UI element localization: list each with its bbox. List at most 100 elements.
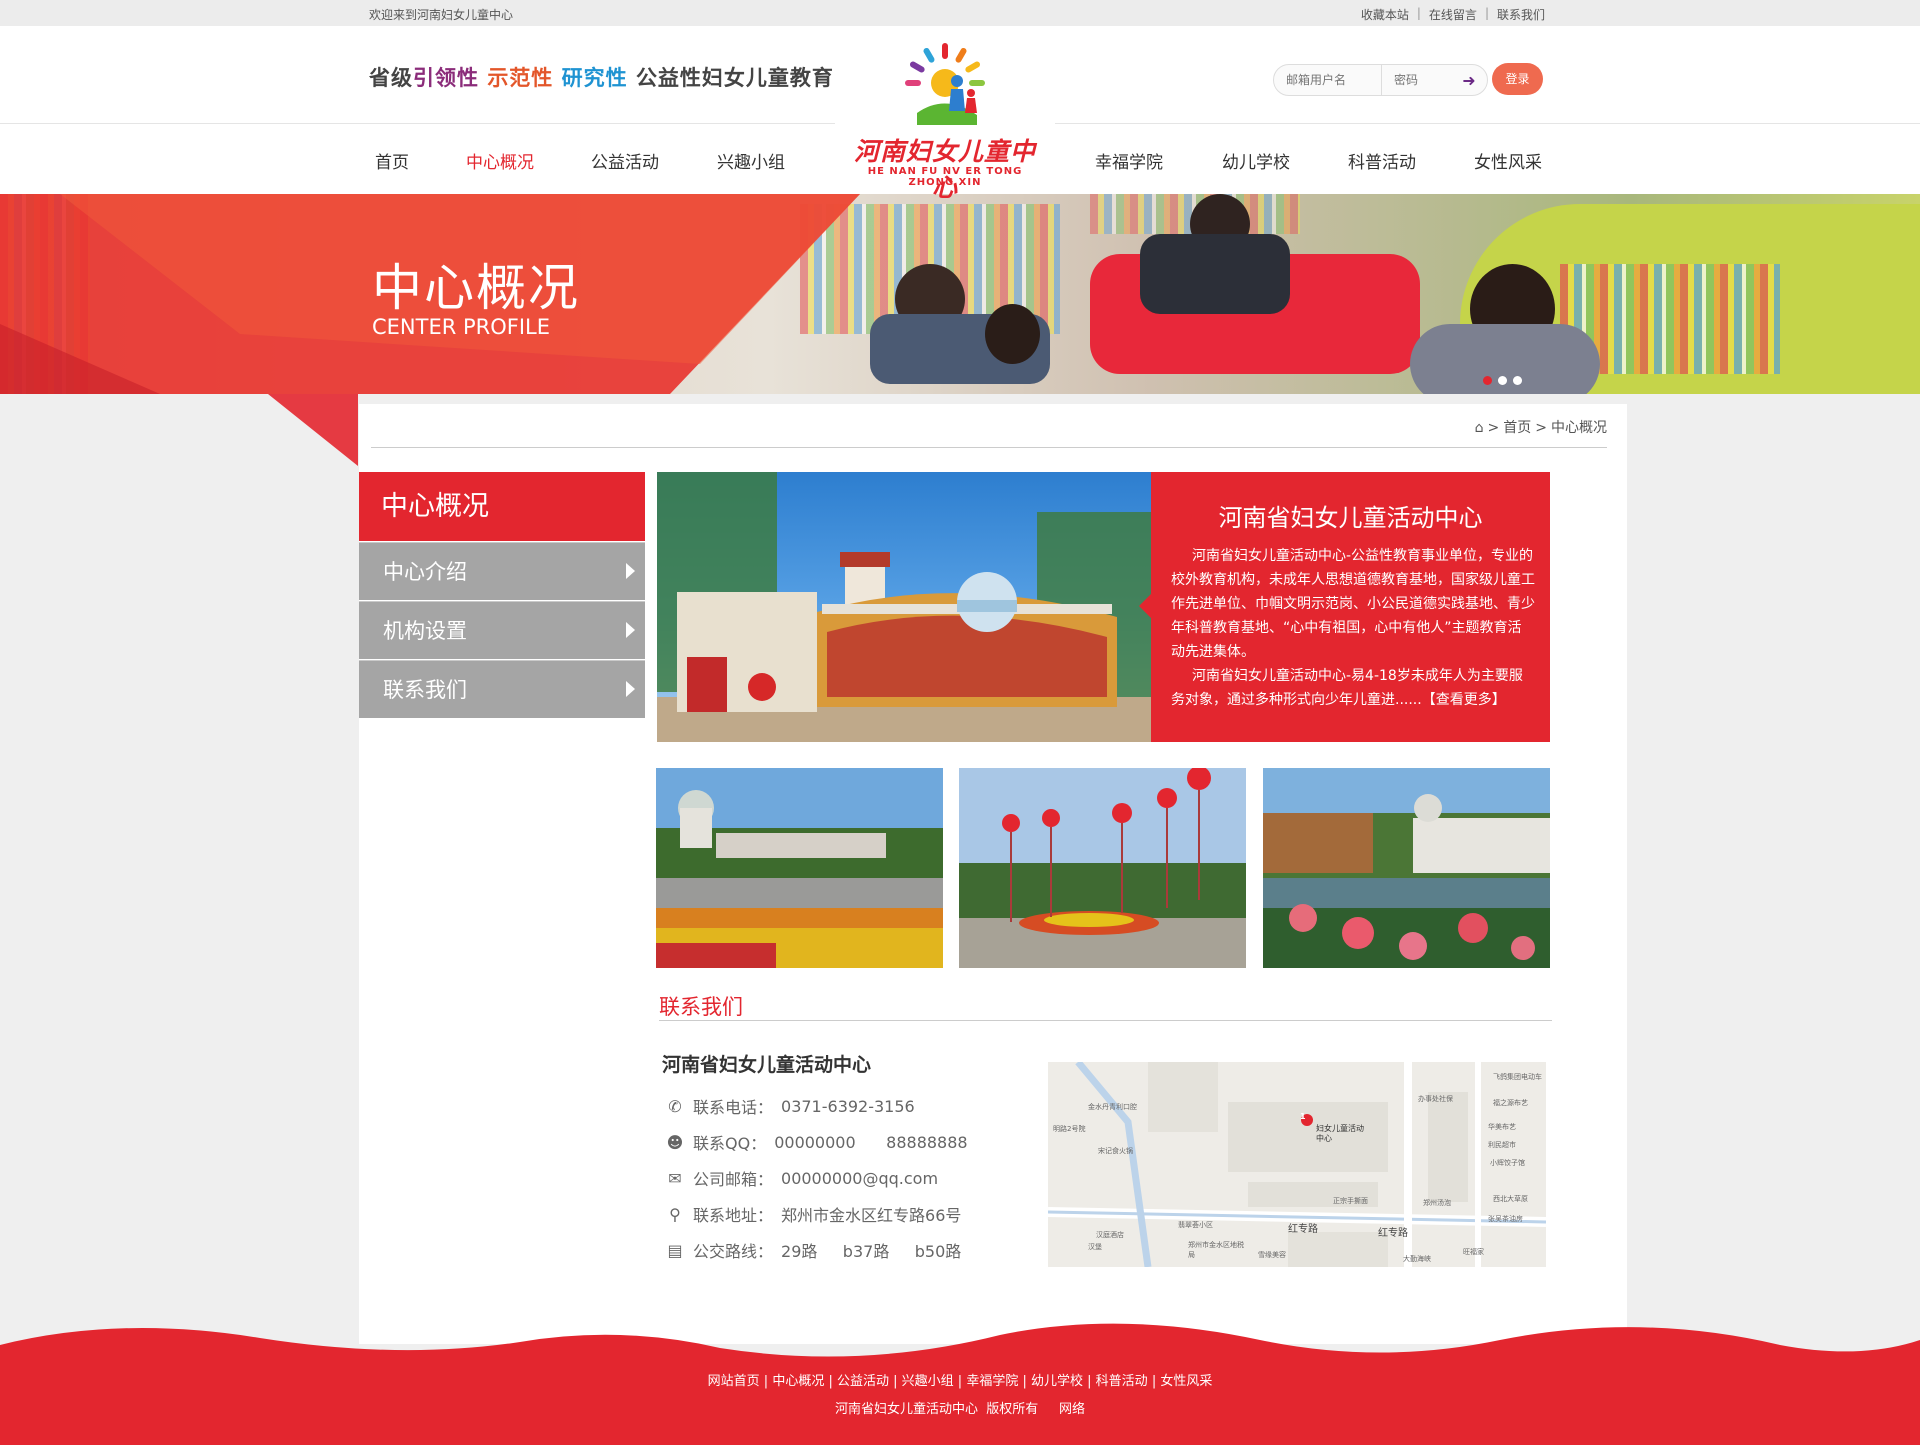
nav-public-welfare[interactable]: 公益活动 <box>591 148 659 173</box>
footer-link[interactable]: 兴趣小组 <box>902 1374 954 1389</box>
message-link[interactable]: 在线留言 <box>1429 6 1477 23</box>
contact-value: 00000000@qq.com <box>781 1168 939 1188</box>
map-poi: 明路2号院 <box>1053 1125 1086 1133</box>
gallery-photo[interactable] <box>959 768 1246 968</box>
map-poi: 金水丹青利口腔 <box>1088 1103 1137 1111</box>
decorative-triangle <box>268 394 358 466</box>
contact-value: 0371-6392-3156 <box>781 1096 915 1116</box>
home-icon[interactable]: ⌂ <box>1475 416 1484 440</box>
phone-icon: ✆ <box>668 1096 682 1116</box>
password-input[interactable] <box>1382 65 1454 95</box>
chevron-right-icon <box>626 681 635 697</box>
sidebar-heading: 中心概况 <box>359 472 645 541</box>
breadcrumb-sep: > <box>1487 420 1500 436</box>
top-links: 收藏本站 | 在线留言 | 联系我们 <box>1361 6 1545 23</box>
carousel-dot[interactable] <box>1513 376 1522 385</box>
contact-label: 联系地址： <box>693 1206 774 1225</box>
map-poi: 华美布艺 <box>1488 1123 1516 1131</box>
contact-link[interactable]: 联系我们 <box>1497 6 1545 23</box>
contact-section-title: 联系我们 <box>659 991 1552 1021</box>
login-form: ➜ <box>1273 64 1488 96</box>
footer-link[interactable]: 女性风采 <box>1160 1374 1212 1389</box>
location-icon: ⚲ <box>669 1204 681 1224</box>
intro-text-box: 河南省妇女儿童活动中心 河南省妇女儿童活动中心-公益性教育事业单位，专业的校外教… <box>1139 472 1550 742</box>
banner-red-overlay <box>0 194 860 394</box>
garden-photo-1 <box>656 768 943 968</box>
breadcrumb-home[interactable]: 首页 <box>1503 416 1531 440</box>
map-poi: 办事处社保 <box>1418 1095 1453 1103</box>
map-poi: 郑州市金水区地税局 <box>1188 1241 1244 1259</box>
top-bar: 欢迎来到河南妇女儿童中心 收藏本站 | 在线留言 | 联系我们 <box>0 0 1920 26</box>
banner-subtitle: CENTER PROFILE <box>372 315 551 339</box>
nav-kindergarten[interactable]: 幼儿学校 <box>1222 148 1290 173</box>
org-name: 河南省妇女儿童活动中心 <box>662 1054 872 1076</box>
bus-icon: ▤ <box>667 1240 683 1260</box>
contact-value: 29路 b37路 b50路 <box>781 1242 962 1261</box>
divider: | <box>1416 6 1421 20</box>
chevron-right-icon <box>626 622 635 638</box>
intro-block: 河南省妇女儿童活动中心 河南省妇女儿童活动中心-公益性教育事业单位，专业的校外教… <box>657 472 1550 742</box>
qq-icon: ☻ <box>666 1132 684 1152</box>
sidebar-item-intro[interactable]: 中心介绍 <box>359 542 645 600</box>
contact-row-email: ✉ 公司邮箱： 00000000@qq.com <box>665 1166 938 1190</box>
nav-center-profile[interactable]: 中心概况 <box>466 148 534 173</box>
garden-photo-2 <box>959 768 1246 968</box>
footer-link[interactable]: 幸福学院 <box>966 1374 1018 1389</box>
footer-link[interactable]: 科普活动 <box>1096 1374 1148 1389</box>
breadcrumb-sep: > <box>1535 420 1547 436</box>
gallery-photo[interactable] <box>656 768 943 968</box>
carousel-dot[interactable] <box>1498 376 1507 385</box>
map-poi: 宋记食火锅 <box>1098 1147 1133 1155</box>
slogan-part: 示范性 <box>487 66 554 90</box>
read-more-link[interactable]: 【查看更多】 <box>1422 692 1506 708</box>
map-poi: 小辉饺子馆 <box>1490 1159 1525 1167</box>
contact-row-bus: ▤ 公交路线： 29路 b37路 b50路 <box>665 1238 961 1262</box>
sidebar: 中心概况 中心介绍 机构设置 联系我们 <box>359 472 645 718</box>
arrow-right-icon[interactable]: ➜ <box>1454 71 1484 90</box>
chevron-right-icon <box>626 563 635 579</box>
map-poi: 利民超市 <box>1488 1141 1516 1149</box>
username-input[interactable] <box>1274 65 1382 95</box>
footer-link[interactable]: 中心概况 <box>772 1374 824 1389</box>
footer-link[interactable]: 公益活动 <box>837 1374 889 1389</box>
page-banner: 中心概况 CENTER PROFILE <box>0 194 1920 394</box>
map-poi: 汉庭酒店 <box>1096 1231 1124 1239</box>
location-map[interactable]: 1 妇女儿童活动中心 红专路 红专路 金水丹青利口腔 飞鸽集团电动车 办事处社保… <box>1048 1062 1546 1267</box>
carousel-dots <box>1483 376 1522 385</box>
map-pin-number: 1 <box>1300 1112 1306 1121</box>
map-poi: 大勤海峡 <box>1403 1255 1431 1263</box>
map-marker-label: 妇女儿童活动中心 <box>1316 1124 1364 1143</box>
divider: | <box>1484 6 1489 20</box>
welcome-text: 欢迎来到河南妇女儿童中心 <box>369 8 514 22</box>
footer-link[interactable]: 网站首页 <box>708 1374 760 1389</box>
slogan-part: 引领性 <box>413 66 479 90</box>
logo-sun-icon <box>905 43 985 125</box>
contact-row-address: ⚲ 联系地址： 郑州市金水区红专路66号 <box>665 1202 961 1226</box>
carousel-dot[interactable] <box>1483 376 1492 385</box>
gallery-photo[interactable] <box>1263 768 1550 968</box>
footer-link[interactable]: 幼儿学校 <box>1031 1374 1083 1389</box>
map-poi: 西北大草原 <box>1493 1195 1528 1203</box>
building-illustration <box>657 472 1151 742</box>
intro-paragraph: 河南省妇女儿童活动中心-公益性教育事业单位，专业的校外教育机构，未成年人思想道德… <box>1171 544 1535 712</box>
map-poi: 汉堡 <box>1088 1243 1102 1251</box>
nav-interest-groups[interactable]: 兴趣小组 <box>717 148 785 173</box>
bookmark-link[interactable]: 收藏本站 <box>1361 6 1409 23</box>
intro-para1: 河南省妇女儿童活动中心-公益性教育事业单位，专业的校外教育机构，未成年人思想道德… <box>1171 548 1535 660</box>
sidebar-item-contact[interactable]: 联系我们 <box>359 660 645 718</box>
slogan-part: 研究性 <box>561 66 628 90</box>
site-logo[interactable]: 河南妇女儿童中心 HE NAN FU NV ER TONG ZHONG XIN <box>835 30 1055 202</box>
nav-happiness-college[interactable]: 幸福学院 <box>1095 148 1163 173</box>
pointer-arrow <box>1139 594 1151 618</box>
contact-label: 联系QQ： <box>693 1134 767 1153</box>
building-photo[interactable] <box>657 472 1151 742</box>
login-button[interactable]: 登录 <box>1492 63 1543 95</box>
sidebar-item-organization[interactable]: 机构设置 <box>359 601 645 659</box>
nav-women[interactable]: 女性风采 <box>1474 148 1542 173</box>
nav-science[interactable]: 科普活动 <box>1348 148 1416 173</box>
map-road-label: 红专路 <box>1288 1224 1318 1235</box>
nav-home[interactable]: 首页 <box>375 148 409 173</box>
sidebar-item-label: 机构设置 <box>383 619 467 643</box>
breadcrumb-current: 中心概况 <box>1551 420 1607 436</box>
sidebar-item-label: 联系我们 <box>383 678 467 702</box>
